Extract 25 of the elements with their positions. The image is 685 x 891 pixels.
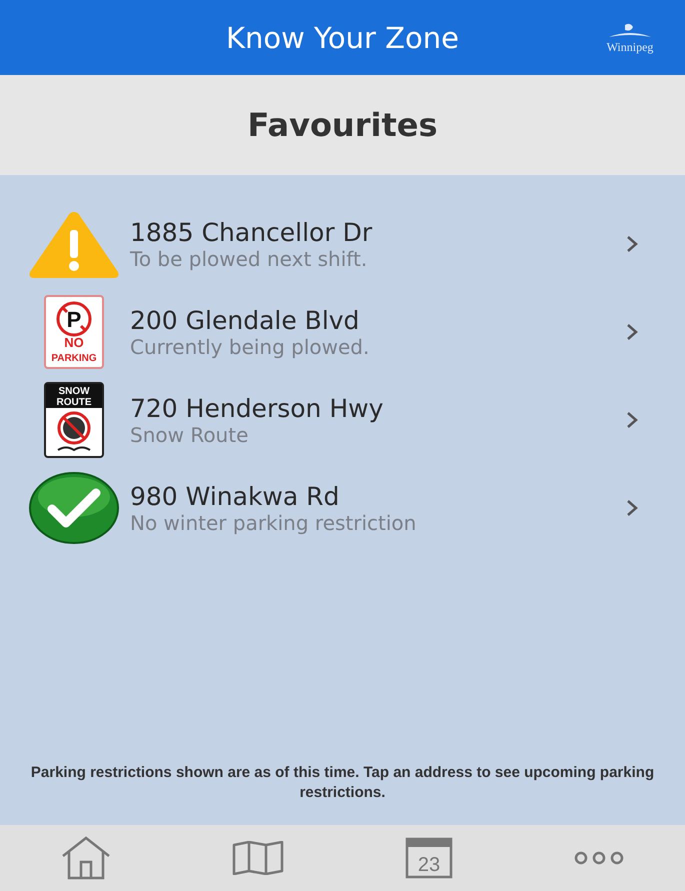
more-icon[interactable]	[572, 851, 625, 865]
favourite-item[interactable]: SNOW ROUTE 720 Henderson Hwy Snow Route	[0, 376, 685, 464]
address-text: 200 Glendale Blvd	[130, 306, 360, 334]
chevron-icon	[625, 498, 639, 518]
address-text: 980 Winakwa Rd	[130, 482, 340, 510]
home-icon[interactable]	[60, 836, 112, 880]
status-text: Currently being plowed.	[130, 334, 370, 358]
status-text: No winter parking restriction	[130, 510, 418, 534]
favourite-item[interactable]: P NO PARKING 200 Glendale Blvd Currently being plowed.	[0, 288, 685, 376]
map-icon[interactable]	[232, 841, 284, 875]
info-note: Parking restrictions shown are as of this time. Tap an address to see upcoming parking restrictions.	[30, 763, 656, 803]
chevron-icon	[625, 410, 639, 430]
app-title: Know Your Zone	[224, 20, 460, 54]
page-title: Favourites	[248, 106, 438, 144]
status-text: Snow Route	[130, 422, 250, 446]
address-text: 720 Henderson Hwy	[130, 394, 384, 422]
no-parking-sign-icon: P NO PARKING	[44, 295, 104, 369]
status-text: To be plowed next shift.	[130, 246, 368, 270]
favourite-item[interactable]: 980 Winakwa Rd No winter parking restriction	[0, 464, 685, 552]
favourite-item[interactable]: 1885 Chancellor Dr To be plowed next shift.	[0, 200, 685, 288]
address-text: 1885 Chancellor Dr	[130, 218, 374, 246]
check-icon	[28, 471, 120, 545]
snow-route-sign-icon: SNOW ROUTE	[44, 382, 104, 458]
chevron-icon	[625, 234, 639, 254]
chevron-icon	[625, 322, 639, 342]
